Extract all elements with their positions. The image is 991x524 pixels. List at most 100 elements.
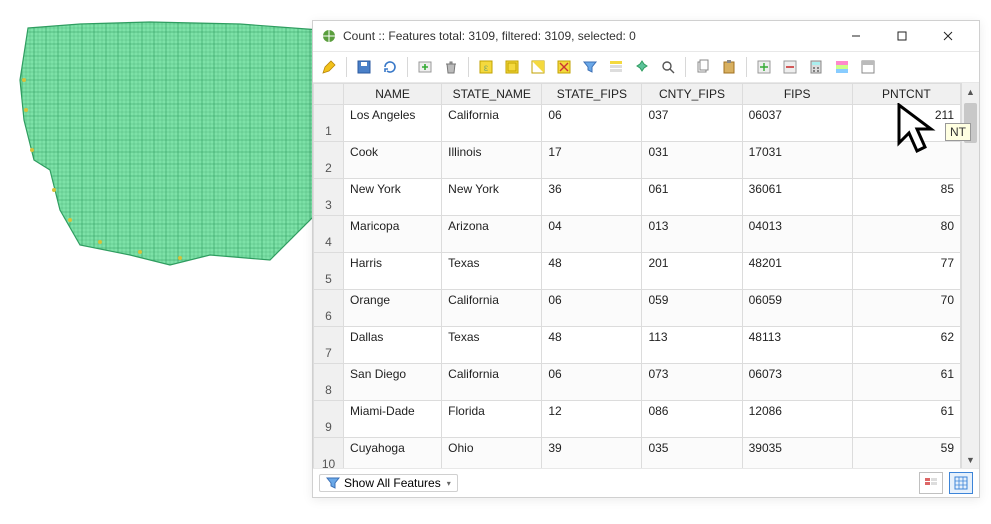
cell-pntcnt[interactable]: 61 xyxy=(852,364,960,401)
add-feature-button[interactable] xyxy=(413,55,437,79)
row-number[interactable]: 5 xyxy=(314,253,344,290)
row-number[interactable]: 6 xyxy=(314,290,344,327)
cell-cnty-fips[interactable]: 059 xyxy=(642,290,742,327)
select-all-button[interactable] xyxy=(500,55,524,79)
cell-name[interactable]: Cook xyxy=(344,142,442,179)
cell-pntcnt[interactable]: 70 xyxy=(852,290,960,327)
toggle-editing-button[interactable] xyxy=(317,55,341,79)
cell-name[interactable]: San Diego xyxy=(344,364,442,401)
cell-state-name[interactable]: California xyxy=(442,364,542,401)
cell-state-name[interactable]: Arizona xyxy=(442,216,542,253)
cell-state-name[interactable]: Florida xyxy=(442,401,542,438)
cell-fips[interactable]: 06037 xyxy=(742,105,852,142)
cell-state-name[interactable]: California xyxy=(442,105,542,142)
cell-fips[interactable]: 36061 xyxy=(742,179,852,216)
col-pntcnt[interactable]: PNTCNT xyxy=(852,84,960,105)
cell-state-fips[interactable]: 06 xyxy=(542,105,642,142)
close-button[interactable] xyxy=(925,21,971,51)
row-number[interactable]: 10 xyxy=(314,438,344,469)
copy-rows-button[interactable] xyxy=(691,55,715,79)
row-number[interactable]: 4 xyxy=(314,216,344,253)
delete-field-button[interactable] xyxy=(778,55,802,79)
cell-fips[interactable]: 48201 xyxy=(742,253,852,290)
form-view-button[interactable] xyxy=(919,472,943,494)
table-row[interactable]: 6OrangeCalifornia060590605970 xyxy=(314,290,961,327)
show-all-features-button[interactable]: Show All Features ▾ xyxy=(319,474,458,492)
scroll-down-icon[interactable]: ▼ xyxy=(962,451,979,468)
maximize-button[interactable] xyxy=(879,21,925,51)
cell-fips[interactable]: 06059 xyxy=(742,290,852,327)
cell-pntcnt[interactable]: 59 xyxy=(852,438,960,469)
cell-state-fips[interactable]: 12 xyxy=(542,401,642,438)
cell-fips[interactable]: 17031 xyxy=(742,142,852,179)
cell-cnty-fips[interactable]: 086 xyxy=(642,401,742,438)
cell-pntcnt[interactable]: 85 xyxy=(852,179,960,216)
cell-name[interactable]: Maricopa xyxy=(344,216,442,253)
cell-state-name[interactable]: Ohio xyxy=(442,438,542,469)
cell-state-name[interactable]: Texas xyxy=(442,327,542,364)
cell-fips[interactable]: 48113 xyxy=(742,327,852,364)
cell-fips[interactable]: 39035 xyxy=(742,438,852,469)
cell-state-fips[interactable]: 36 xyxy=(542,179,642,216)
zoom-to-selected-button[interactable] xyxy=(656,55,680,79)
filter-selection-button[interactable] xyxy=(578,55,602,79)
cell-cnty-fips[interactable]: 031 xyxy=(642,142,742,179)
table-header-row[interactable]: NAME STATE_NAME STATE_FIPS CNTY_FIPS FIP… xyxy=(314,84,961,105)
cell-cnty-fips[interactable]: 035 xyxy=(642,438,742,469)
reload-button[interactable] xyxy=(378,55,402,79)
cell-pntcnt[interactable]: 62 xyxy=(852,327,960,364)
cell-state-fips[interactable]: 04 xyxy=(542,216,642,253)
cell-pntcnt[interactable]: 80 xyxy=(852,216,960,253)
pan-to-selected-button[interactable] xyxy=(630,55,654,79)
cell-cnty-fips[interactable]: 013 xyxy=(642,216,742,253)
invert-selection-button[interactable] xyxy=(526,55,550,79)
save-edits-button[interactable] xyxy=(352,55,376,79)
table-row[interactable]: 3New YorkNew York360613606185 xyxy=(314,179,961,216)
row-number[interactable]: 7 xyxy=(314,327,344,364)
table-view-button[interactable] xyxy=(949,472,973,494)
cell-name[interactable]: Orange xyxy=(344,290,442,327)
row-number[interactable]: 1 xyxy=(314,105,344,142)
cell-state-fips[interactable]: 48 xyxy=(542,253,642,290)
table-row[interactable]: 7DallasTexas481134811362 xyxy=(314,327,961,364)
col-state-fips[interactable]: STATE_FIPS xyxy=(542,84,642,105)
cell-name[interactable]: Harris xyxy=(344,253,442,290)
cell-state-fips[interactable]: 39 xyxy=(542,438,642,469)
row-number[interactable]: 9 xyxy=(314,401,344,438)
conditional-formatting-button[interactable] xyxy=(830,55,854,79)
attribute-table[interactable]: NAME STATE_NAME STATE_FIPS CNTY_FIPS FIP… xyxy=(313,83,961,468)
table-row[interactable]: 5HarrisTexas482014820177 xyxy=(314,253,961,290)
titlebar[interactable]: Count :: Features total: 3109, filtered:… xyxy=(313,21,979,52)
cell-name[interactable]: Dallas xyxy=(344,327,442,364)
row-number[interactable]: 8 xyxy=(314,364,344,401)
row-number[interactable]: 2 xyxy=(314,142,344,179)
minimize-button[interactable] xyxy=(833,21,879,51)
table-row[interactable]: 1Los AngelesCalifornia0603706037211 xyxy=(314,105,961,142)
cell-name[interactable]: Los Angeles xyxy=(344,105,442,142)
cell-fips[interactable]: 04013 xyxy=(742,216,852,253)
cell-cnty-fips[interactable]: 073 xyxy=(642,364,742,401)
table-row[interactable]: 8San DiegoCalifornia060730607361 xyxy=(314,364,961,401)
cell-state-name[interactable]: New York xyxy=(442,179,542,216)
cell-fips[interactable]: 06073 xyxy=(742,364,852,401)
cell-pntcnt[interactable]: 77 xyxy=(852,253,960,290)
paste-rows-button[interactable] xyxy=(717,55,741,79)
cell-cnty-fips[interactable]: 113 xyxy=(642,327,742,364)
deselect-all-button[interactable] xyxy=(552,55,576,79)
cell-name[interactable]: New York xyxy=(344,179,442,216)
cell-state-fips[interactable]: 06 xyxy=(542,290,642,327)
delete-button[interactable] xyxy=(439,55,463,79)
table-row[interactable]: 10CuyahogaOhio390353903559 xyxy=(314,438,961,469)
cell-cnty-fips[interactable]: 201 xyxy=(642,253,742,290)
cell-cnty-fips[interactable]: 037 xyxy=(642,105,742,142)
table-row[interactable]: 2CookIllinois1703117031 xyxy=(314,142,961,179)
cell-state-name[interactable]: California xyxy=(442,290,542,327)
scroll-up-icon[interactable]: ▲ xyxy=(962,83,979,100)
cell-fips[interactable]: 12086 xyxy=(742,401,852,438)
col-fips[interactable]: FIPS xyxy=(742,84,852,105)
select-by-expression-button[interactable]: ε xyxy=(474,55,498,79)
row-number[interactable]: 3 xyxy=(314,179,344,216)
cell-cnty-fips[interactable]: 061 xyxy=(642,179,742,216)
cell-state-fips[interactable]: 48 xyxy=(542,327,642,364)
field-calculator-button[interactable] xyxy=(804,55,828,79)
